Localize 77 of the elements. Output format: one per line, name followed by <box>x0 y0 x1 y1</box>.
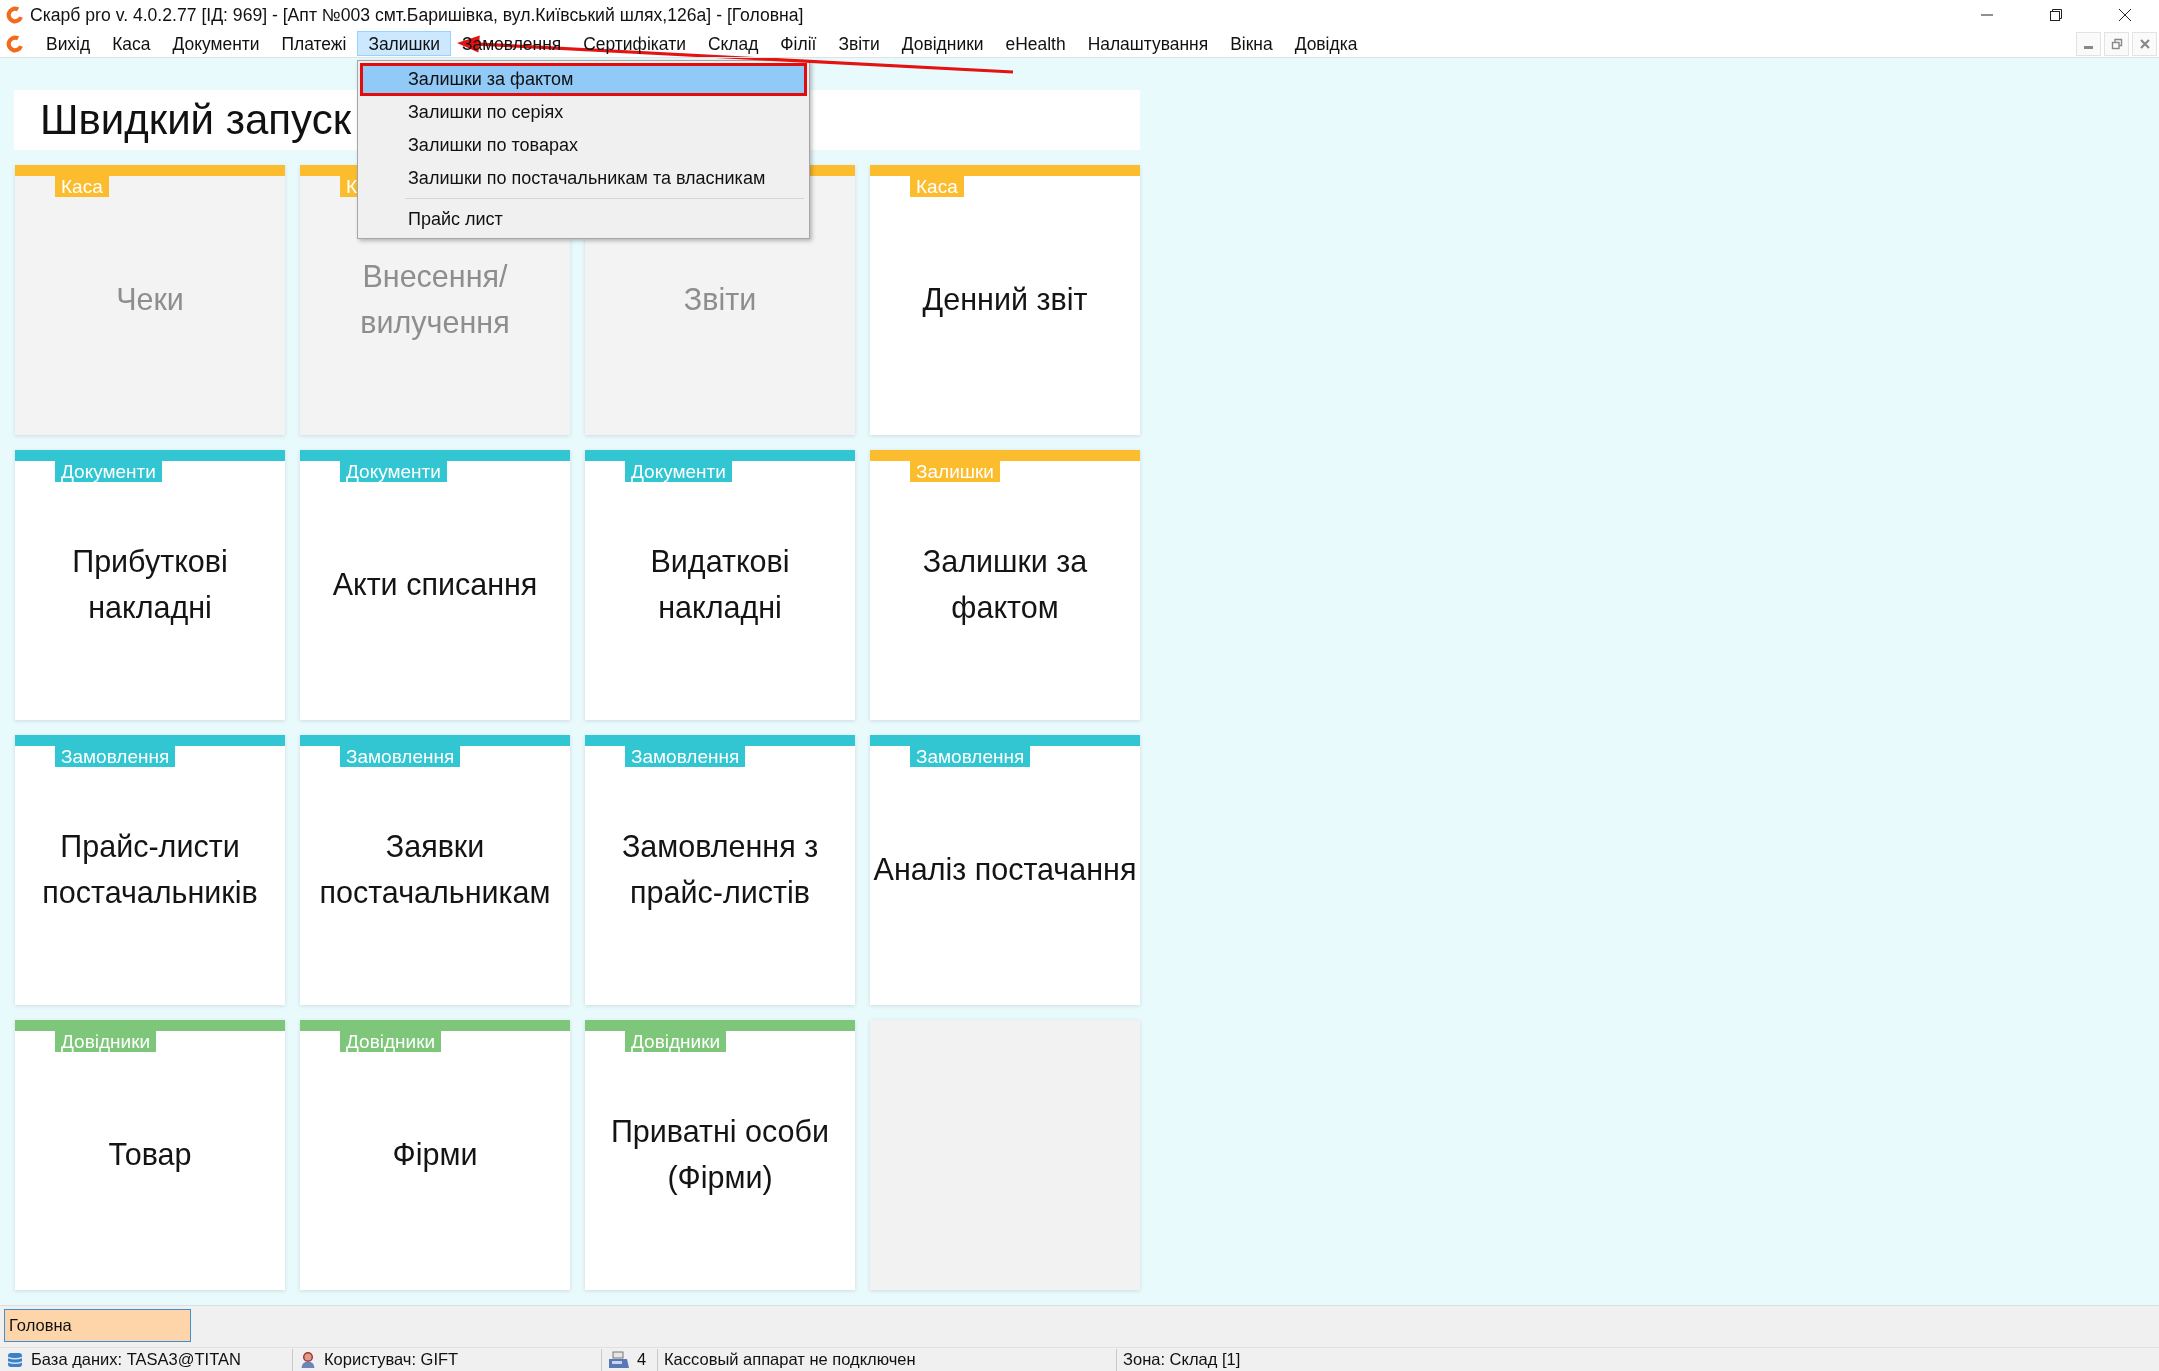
tile-label: Товар <box>108 1136 192 1174</box>
minimize-icon <box>2084 46 2093 49</box>
status-text: База даних: TASA3@TITAN <box>31 1350 241 1369</box>
category-tag: Довідники <box>340 1031 442 1052</box>
status-text: Користувач: GIFT <box>324 1350 459 1369</box>
shortcut-tile[interactable]: Замовлення Прайс-листи постачальників <box>15 735 285 1005</box>
shortcut-tile[interactable]: Замовлення Замовлення з прайс-листів <box>585 735 855 1005</box>
close-icon <box>2138 37 2151 50</box>
dropdown-item[interactable]: Залишки по товарах <box>360 129 807 162</box>
window-tab[interactable]: Головна <box>4 1309 191 1342</box>
child-close-button[interactable] <box>2132 31 2157 56</box>
dropdown-item[interactable]: Залишки за фактом <box>360 63 807 96</box>
category-tag: Залишки <box>910 461 1000 482</box>
shortcut-tile[interactable]: Документи Видаткові накладні <box>585 450 855 720</box>
shortcut-tile[interactable]: Замовлення Заявки постачальникам <box>300 735 570 1005</box>
menu-item[interactable]: Звіти <box>827 31 891 56</box>
tile-label: Акти списання <box>332 566 538 604</box>
window-title: Скарб pro v. 4.0.2.77 [ІД: 969] - [Апт №003 смт.Баришівка, вул.Київський шлях,126а] - [Головна] <box>30 4 804 26</box>
category-tag: Замовлення <box>625 746 746 767</box>
tile-label: Внесення/вилучення <box>359 258 511 342</box>
logo-icon <box>6 34 24 53</box>
category-tag: Документи <box>625 461 732 482</box>
logo-icon <box>6 6 24 24</box>
menu-item[interactable]: Склад <box>696 31 770 56</box>
category-tag: Замовлення <box>910 746 1031 767</box>
category-tag: Каса <box>55 176 109 197</box>
child-minimize-button[interactable] <box>2076 31 2101 56</box>
menu-item[interactable]: Вікна <box>1219 31 1284 56</box>
shortcut-tile[interactable]: Довідники Фірми <box>300 1020 570 1290</box>
shortcut-tile[interactable]: Довідники Приватні особи (Фірми) <box>585 1020 855 1290</box>
tile-label: Залишки за фактом <box>921 543 1089 627</box>
restore-icon <box>2110 37 2123 50</box>
menu-item[interactable]: Налаштування <box>1076 31 1220 56</box>
close-icon <box>2117 8 2132 22</box>
tile-label: Заявки постачальникам <box>318 828 552 911</box>
tile-label: Денний звіт <box>922 281 1088 319</box>
menu-item[interactable]: Каса <box>101 31 162 56</box>
tile-label: Фірми <box>392 1136 478 1174</box>
tile-label: Замовлення з прайс-листів <box>620 828 820 912</box>
status-text: Кассовый аппарат не подключен <box>664 1350 916 1369</box>
menu-item[interactable]: Довідники <box>890 31 995 56</box>
tile-label: Чеки <box>116 281 184 319</box>
menu-item[interactable]: Залишки <box>357 31 451 56</box>
category-tag: Замовлення <box>340 746 461 767</box>
status-text: Зона: Склад [1] <box>1123 1350 1241 1369</box>
tile-label: Прайс-листи постачальників <box>41 828 259 911</box>
category-tag: Довідники <box>625 1031 727 1052</box>
child-restore-button[interactable] <box>2104 31 2129 56</box>
menu-item[interactable]: Філії <box>769 31 828 56</box>
menu-item[interactable]: eHealth <box>994 31 1077 56</box>
category-tag: Документи <box>55 461 162 482</box>
shortcut-tile[interactable]: Довідники Товар <box>15 1020 285 1290</box>
user-icon <box>299 1350 317 1369</box>
shortcut-tile[interactable]: Документи Акти списання <box>300 450 570 720</box>
status-text: 4 <box>637 1350 647 1369</box>
page-title: Швидкий запуск <box>40 96 351 144</box>
shortcut-tile[interactable]: Замовлення Аналіз постачання <box>870 735 1140 1005</box>
tile-label: Видаткові накладні <box>649 543 791 627</box>
restore-icon <box>2048 8 2063 22</box>
dropdown-item[interactable]: Залишки по серіях <box>360 96 807 129</box>
shortcut-tile[interactable]: Каса Денний звіт <box>870 165 1140 435</box>
category-tag: Замовлення <box>55 746 176 767</box>
menu-item[interactable]: Документи <box>161 31 271 56</box>
category-tag: Каса <box>910 176 964 197</box>
tile-label: Звіти <box>683 281 757 319</box>
shortcut-tile[interactable]: Залишки Залишки за фактом <box>870 450 1140 720</box>
category-tag: Документи <box>340 461 447 482</box>
tile-label: Приватні особи (Фірми) <box>609 1113 831 1197</box>
menu-item[interactable]: Довідка <box>1283 31 1369 56</box>
tile-label: Аналіз постачання <box>873 851 1137 889</box>
menu-item[interactable]: Сертифікати <box>572 31 697 56</box>
database-icon <box>6 1350 24 1369</box>
menu-item[interactable]: Вихід <box>35 31 102 56</box>
menu-item[interactable]: Платежі <box>270 31 358 56</box>
tile-label: Прибуткові накладні <box>71 543 229 627</box>
category-tag: Довідники <box>55 1031 157 1052</box>
shortcut-tile[interactable]: Документи Прибуткові накладні <box>15 450 285 720</box>
